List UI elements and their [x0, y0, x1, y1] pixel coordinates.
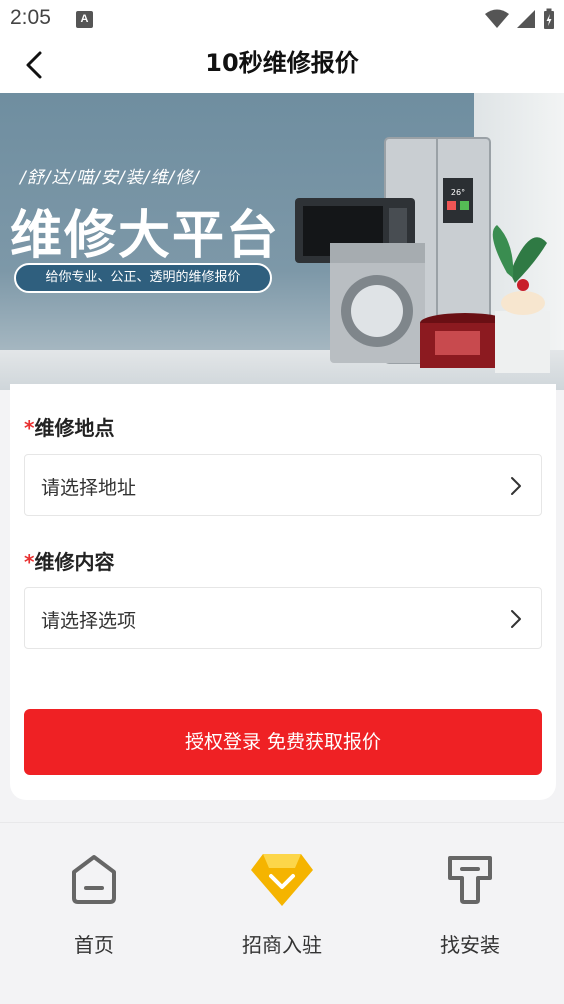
tab-home-label: 首页 [74, 933, 114, 957]
banner-subtitle: /舒/达/喵/安/装/维/修/ [20, 168, 200, 188]
notification-icon: A [76, 11, 93, 28]
wifi-icon [484, 9, 509, 28]
fridge-display-value: 26° [451, 188, 465, 197]
content-label: *维修内容 [24, 546, 114, 575]
tab-home[interactable]: 首页 [24, 847, 164, 958]
battery-icon [544, 8, 554, 29]
tool-icon [448, 856, 492, 904]
chevron-right-icon [511, 477, 521, 495]
location-select[interactable]: 请选择地址 [24, 454, 542, 516]
home-icon [72, 855, 116, 904]
tab-merchant[interactable]: 招商入驻 [212, 847, 352, 958]
status-bar: 2:05 A [0, 0, 564, 38]
login-get-quote-button[interactable]: 授权登录 免费获取报价 [24, 709, 542, 775]
tab-merchant-label: 招商入驻 [242, 933, 322, 957]
nav-bar: 10秒维修报价 [0, 38, 564, 93]
location-label-text: 维修地点 [34, 416, 115, 440]
bottom-tab-bar: 首页 招商入驻 找安装 [0, 822, 564, 1004]
location-label: *维修地点 [24, 412, 114, 441]
page-title: 10秒维修报价 [205, 49, 359, 77]
signal-icon [516, 10, 535, 28]
appliances-illustration: 26° [295, 137, 550, 373]
status-icons [484, 8, 556, 30]
diamond-icon [251, 854, 313, 906]
content-select-value: 请选择选项 [41, 610, 137, 632]
location-select-value: 请选择地址 [41, 477, 137, 499]
chevron-right-icon [511, 610, 521, 628]
content-select[interactable]: 请选择选项 [24, 587, 542, 649]
banner-tagline: 给你专业、公正、透明的维修报价 [14, 263, 272, 293]
content-label-text: 维修内容 [34, 550, 115, 574]
promo-banner[interactable]: /舒/达/喵/安/装/维/修/ 维修大平台 给你专业、公正、透明的维修报价 26… [0, 93, 564, 390]
required-mark: * [24, 550, 35, 574]
banner-title: 维修大平台 [10, 206, 281, 266]
quote-form-card: *维修地点 请选择地址 *维修内容 请选择选项 授权登录 免费获取报价 [10, 384, 556, 800]
tab-installer[interactable]: 找安装 [400, 847, 540, 958]
required-mark: * [24, 416, 35, 440]
tab-installer-label: 找安装 [440, 933, 500, 957]
status-time: 2:05 [10, 6, 51, 29]
